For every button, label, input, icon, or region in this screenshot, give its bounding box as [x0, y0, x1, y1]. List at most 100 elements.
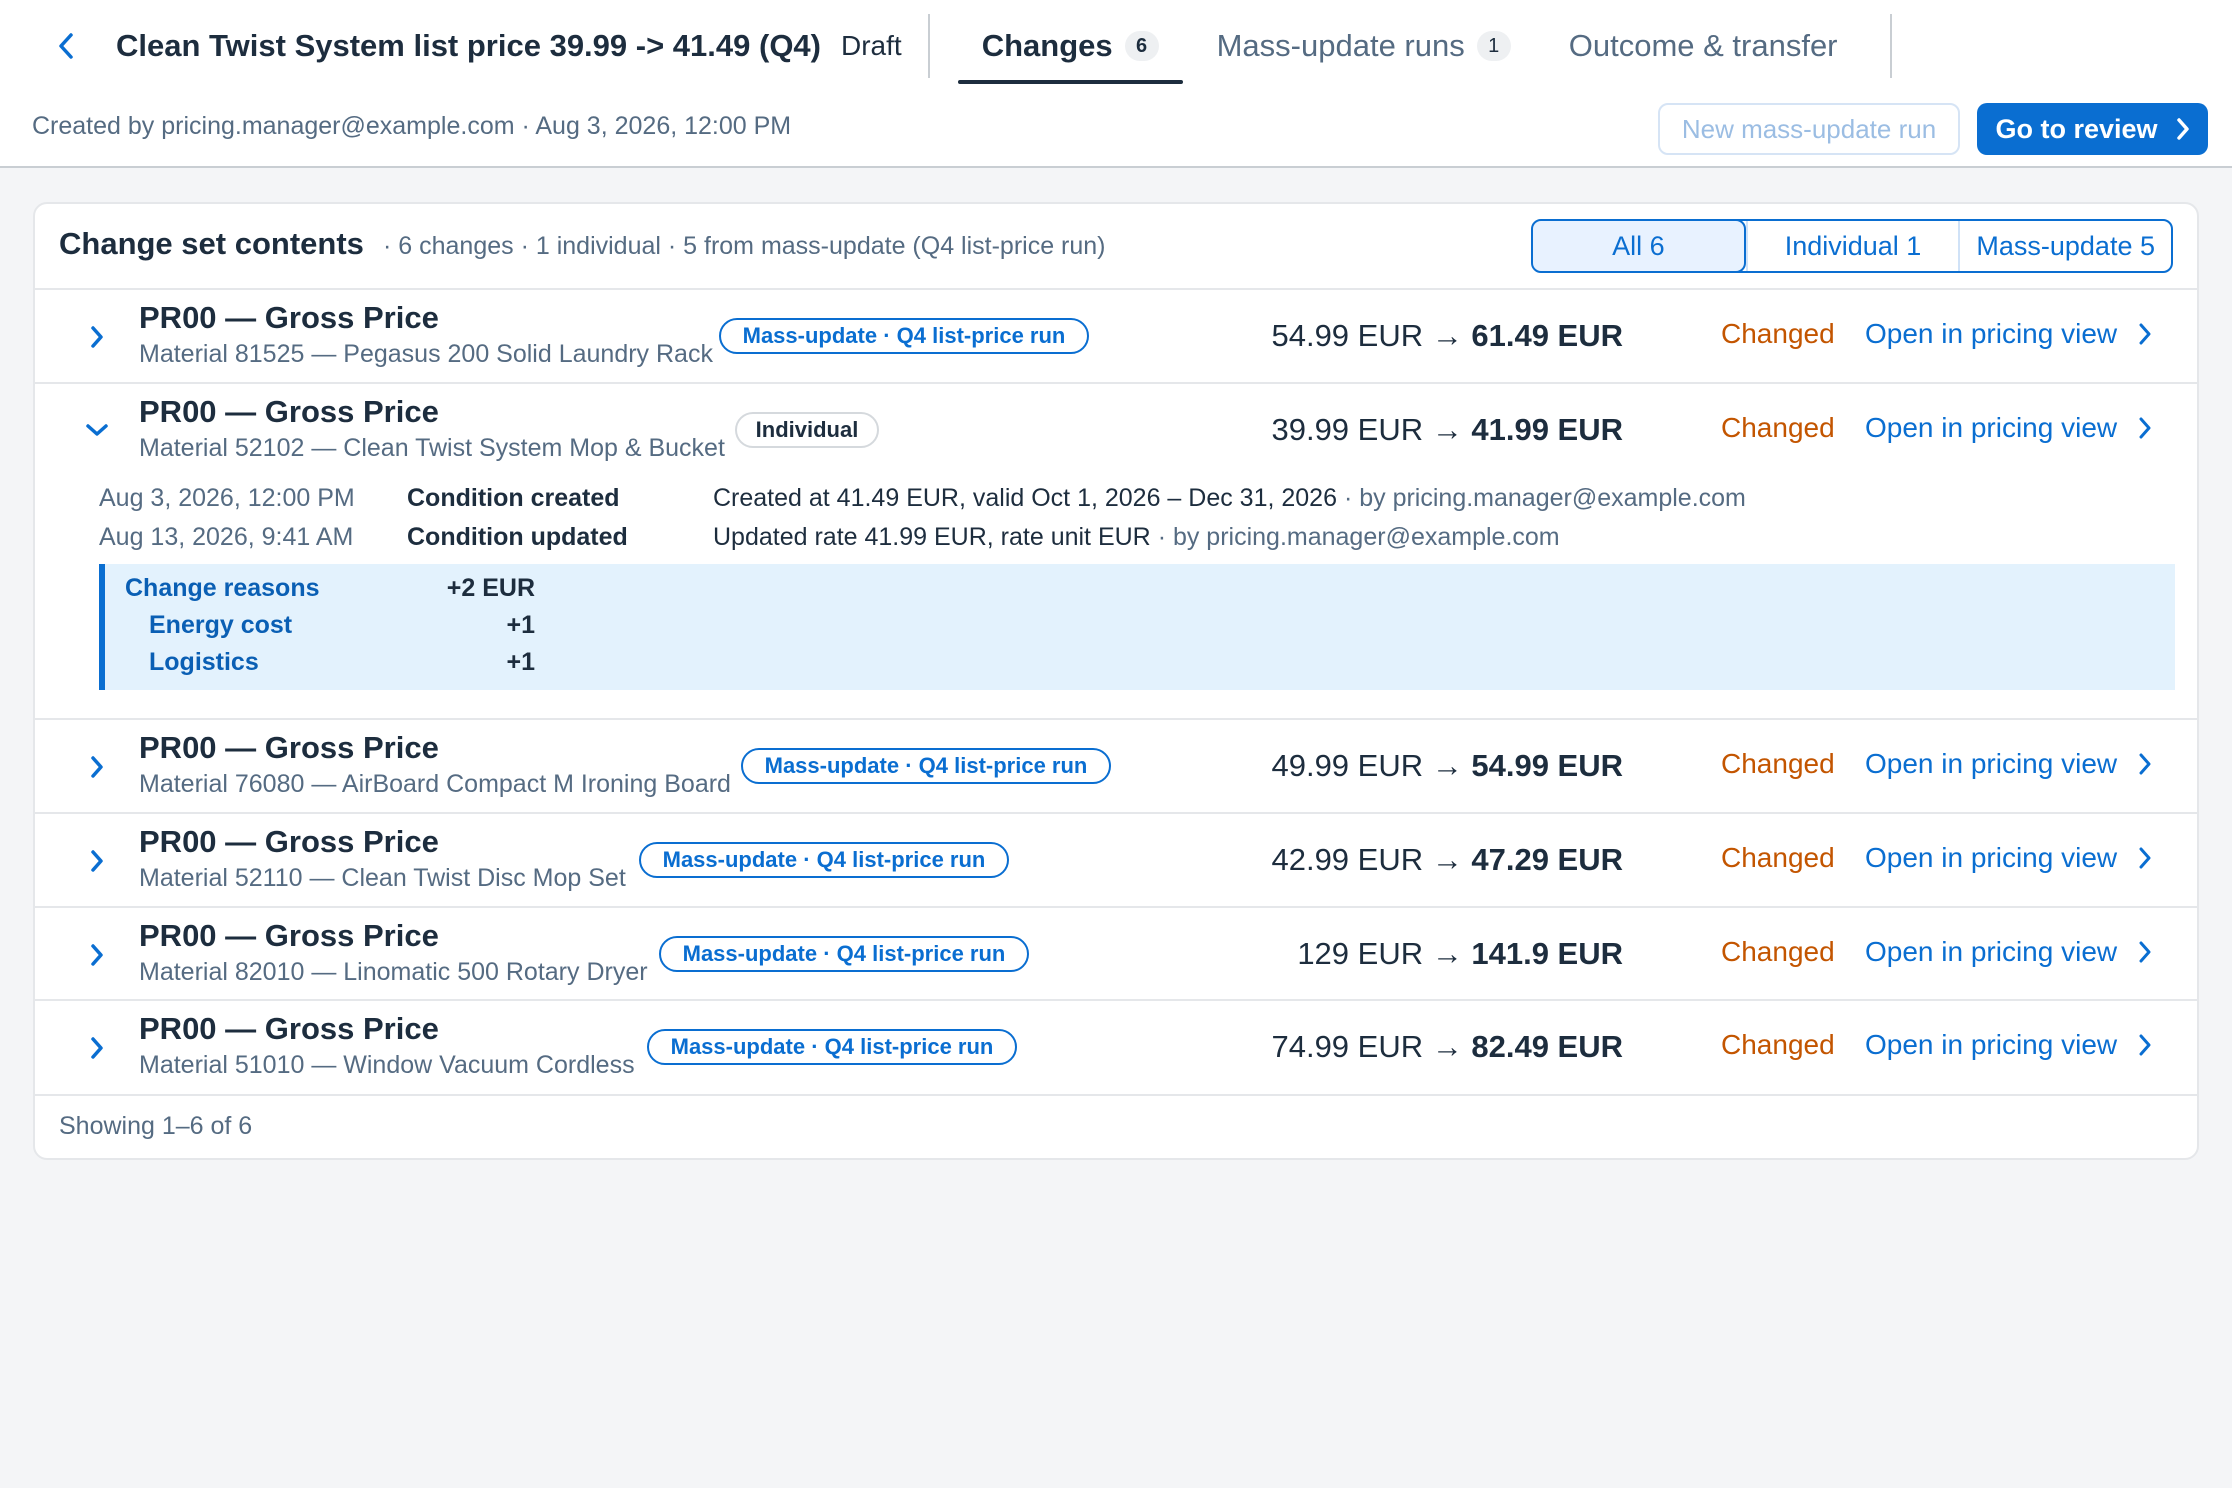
change-reasons-total: +2 EUR	[446, 574, 535, 602]
arrow-icon: →	[1431, 842, 1463, 877]
change-reasons-panel: Change reasons +2 EUR Energy cost +1 Log…	[99, 564, 2175, 690]
link-label: Open in pricing view	[1865, 748, 2118, 779]
open-in-pricing-view-link[interactable]: Open in pricing view	[1865, 1029, 2151, 1061]
link-label: Open in pricing view	[1865, 1029, 2118, 1060]
open-in-pricing-view-link[interactable]: Open in pricing view	[1865, 412, 2151, 444]
history-time: Aug 3, 2026, 12:00 PM	[99, 484, 355, 512]
source-badge: Mass-update · Q4 list-price run	[719, 318, 1089, 354]
source-badge: Individual	[735, 412, 879, 448]
tab-changes[interactable]: Changes 6	[957, 0, 1183, 92]
history-author: · by pricing.manager@example.com	[1343, 484, 1746, 512]
arrow-icon: →	[1431, 936, 1463, 971]
change-row[interactable]: PR00 — Gross Price Material 52110 — Clea…	[35, 814, 2197, 908]
price-change: 74.99 EUR → 82.49 EUR	[1271, 1029, 1623, 1065]
change-row[interactable]: PR00 — Gross Price Material 51010 — Wind…	[35, 1001, 2197, 1094]
history-time: Aug 13, 2026, 9:41 AM	[99, 523, 354, 551]
chevron-right-icon	[91, 850, 103, 872]
history-author: · by pricing.manager@example.com	[1157, 523, 1560, 551]
change-set-card: Change set contents · 6 changes · 1 indi…	[33, 202, 2199, 1160]
pagination-summary: Showing 1–6 of 6	[59, 1112, 253, 1140]
tab-mass-update-runs[interactable]: Mass-update runs 1	[1193, 0, 1535, 92]
status-changed: Changed	[1721, 412, 1835, 443]
filter-individual[interactable]: Individual 1	[1745, 221, 1959, 271]
old-price: 74.99 EUR	[1271, 1029, 1424, 1064]
history-detail-text: Updated rate 41.99 EUR, rate unit EUR	[713, 523, 1151, 551]
history-detail: Created at 41.49 EUR, valid Oct 1, 2026 …	[713, 484, 1746, 513]
material-label: Material 82010 — Linomatic 500 Rotary Dr…	[139, 958, 648, 986]
page-title: Clean Twist System list price 39.99 -> 4…	[116, 28, 821, 63]
expand-button[interactable]	[77, 317, 117, 357]
change-row[interactable]: PR00 — Gross Price Material 76080 — AirB…	[35, 720, 2197, 814]
go-to-review-button[interactable]: Go to review	[1977, 103, 2208, 155]
change-row[interactable]: PR00 — Gross Price Material 82010 — Lino…	[35, 908, 2197, 1001]
filter-segmented-control: All 6 Individual 1 Mass-update 5	[1531, 219, 2173, 273]
condition-title: PR00 — Gross Price	[139, 824, 439, 859]
divider	[927, 14, 930, 78]
tab-label: Changes	[981, 28, 1113, 63]
tab-count-badge: 1	[1476, 31, 1511, 61]
old-price: 129 EUR	[1297, 936, 1424, 971]
reason-value: +1	[506, 648, 535, 676]
filter-mass-update[interactable]: Mass-update 5	[1958, 221, 2171, 271]
tab-label: Mass-update runs	[1216, 28, 1465, 63]
chevron-right-icon	[91, 756, 103, 778]
link-label: Open in pricing view	[1865, 412, 2118, 443]
history-event: Condition updated	[407, 523, 628, 551]
source-badge: Mass-update · Q4 list-price run	[647, 1029, 1017, 1065]
price-change: 39.99 EUR → 41.99 EUR	[1271, 412, 1623, 448]
link-label: Open in pricing view	[1865, 318, 2118, 349]
expand-button[interactable]	[77, 747, 117, 787]
new-price: 54.99 EUR	[1471, 748, 1623, 783]
chevron-down-icon	[86, 424, 108, 436]
chevron-right-icon	[91, 1037, 103, 1059]
filter-all[interactable]: All 6	[1533, 221, 1746, 271]
history-event: Condition created	[407, 484, 620, 512]
status-changed: Changed	[1721, 1029, 1835, 1060]
condition-title: PR00 — Gross Price	[139, 730, 439, 765]
history-detail-text: Created at 41.49 EUR, valid Oct 1, 2026 …	[713, 484, 1337, 512]
new-price: 41.99 EUR	[1471, 412, 1623, 447]
tab-bar: Changes 6 Mass-update runs 1 Outcome & t…	[957, 0, 1872, 92]
price-change: 42.99 EUR → 47.29 EUR	[1271, 842, 1623, 878]
reason-label: Energy cost	[149, 611, 293, 639]
chevron-right-icon	[2139, 753, 2151, 775]
tab-outcome-transfer[interactable]: Outcome & transfer	[1545, 0, 1862, 92]
condition-title: PR00 — Gross Price	[139, 394, 439, 429]
material-label: Material 52102 — Clean Twist System Mop …	[139, 434, 725, 462]
chevron-right-icon	[91, 326, 103, 348]
card-title: Change set contents	[59, 226, 364, 261]
arrow-icon: →	[1431, 1029, 1463, 1064]
condition-title: PR00 — Gross Price	[139, 1011, 439, 1046]
status-changed: Changed	[1721, 936, 1835, 967]
open-in-pricing-view-link[interactable]: Open in pricing view	[1865, 936, 2151, 968]
tab-label: Outcome & transfer	[1568, 28, 1838, 63]
material-label: Material 51010 — Window Vacuum Cordless	[139, 1051, 635, 1079]
source-badge: Mass-update · Q4 list-price run	[639, 842, 1009, 878]
created-by-meta: Created by pricing.manager@example.com ·…	[32, 112, 792, 140]
source-badge: Mass-update · Q4 list-price run	[741, 748, 1111, 784]
expand-button[interactable]	[77, 1028, 117, 1068]
arrow-icon: →	[1431, 412, 1463, 447]
object-header: Clean Twist System list price 39.99 -> 4…	[0, 0, 2232, 168]
card-header: Change set contents · 6 changes · 1 indi…	[35, 204, 2197, 290]
chevron-right-icon	[2139, 1034, 2151, 1056]
change-row-expanded[interactable]: PR00 — Gross Price Material 52102 — Clea…	[35, 384, 2197, 720]
old-price: 49.99 EUR	[1271, 748, 1424, 783]
open-in-pricing-view-link[interactable]: Open in pricing view	[1865, 748, 2151, 780]
expand-button[interactable]	[77, 935, 117, 975]
expand-button[interactable]	[77, 841, 117, 881]
link-label: Open in pricing view	[1865, 842, 2118, 873]
new-mass-update-run-button[interactable]: New mass-update run	[1658, 103, 1960, 155]
back-button[interactable]	[46, 26, 86, 66]
change-row[interactable]: PR00 — Gross Price Material 81525 — Pega…	[35, 290, 2197, 384]
price-change: 54.99 EUR → 61.49 EUR	[1271, 318, 1623, 354]
open-in-pricing-view-link[interactable]: Open in pricing view	[1865, 842, 2151, 874]
change-reasons-title: Change reasons	[125, 574, 320, 602]
go-to-review-label: Go to review	[1995, 113, 2158, 144]
open-in-pricing-view-link[interactable]: Open in pricing view	[1865, 318, 2151, 350]
collapse-button[interactable]	[77, 410, 117, 450]
chevron-right-icon	[91, 944, 103, 966]
header-top-bar: Clean Twist System list price 39.99 -> 4…	[0, 0, 2232, 92]
status-label: Draft	[841, 30, 902, 61]
condition-title: PR00 — Gross Price	[139, 300, 439, 335]
